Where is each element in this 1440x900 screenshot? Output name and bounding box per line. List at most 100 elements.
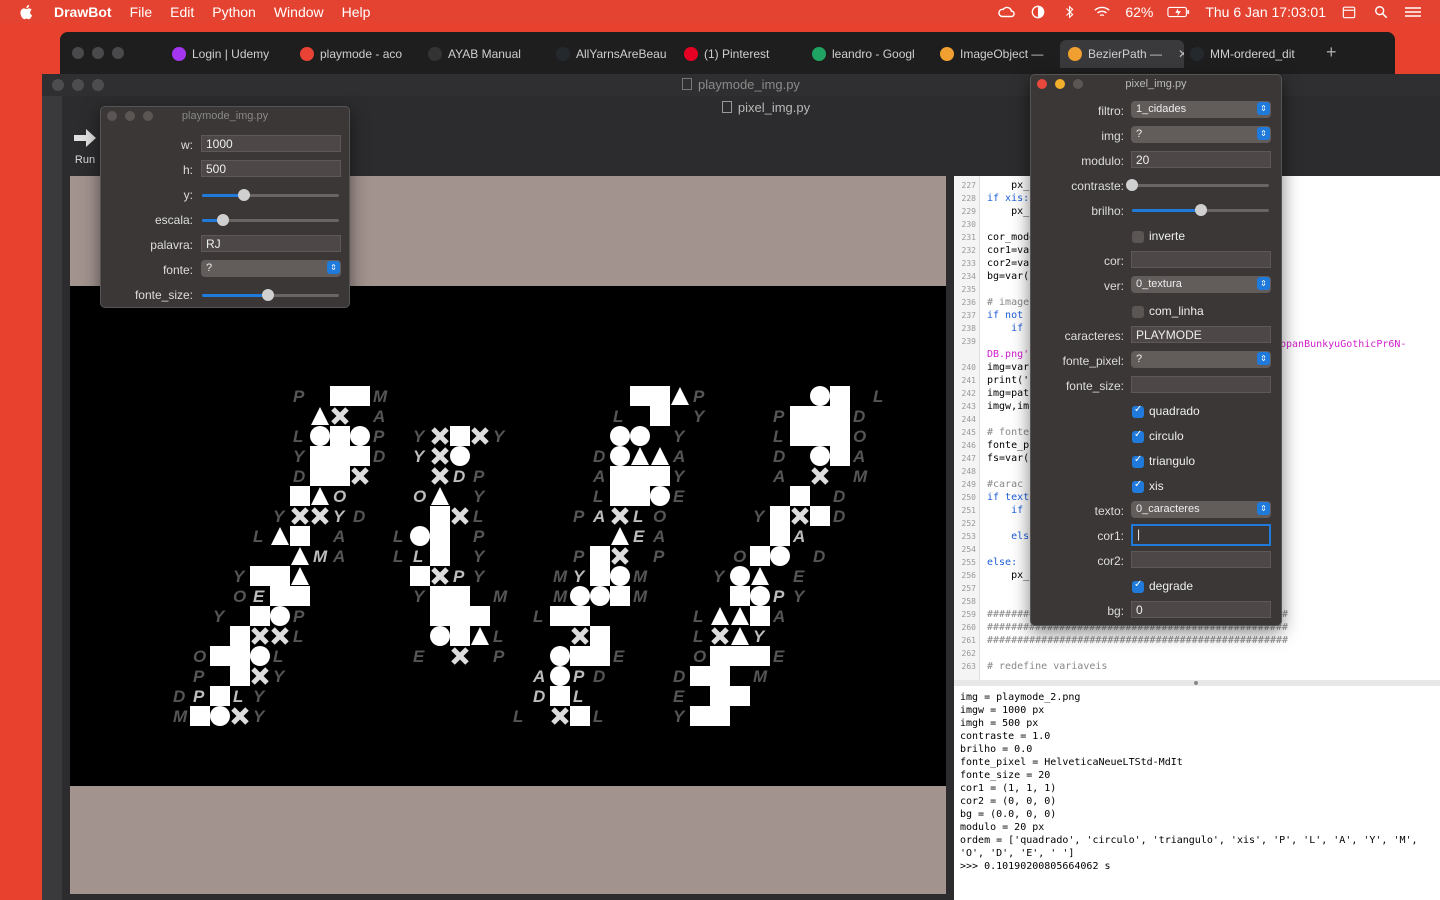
pixel-letter: P: [473, 527, 485, 546]
spotlight-search-icon[interactable]: [1372, 5, 1390, 19]
code-line: 250 if text: [954, 491, 1030, 504]
panel-minimize-button[interactable]: [1055, 79, 1065, 89]
panel-close-button[interactable]: [107, 111, 117, 121]
main-close-button[interactable]: [52, 79, 64, 91]
pixel-triangle: [311, 407, 329, 425]
palavra-input[interactable]: RJ: [201, 235, 341, 252]
pixel-xis: [791, 507, 809, 525]
select-chevron-icon: ⇕: [1257, 127, 1270, 140]
browser-tab[interactable]: AllYarnsAreBeau: [556, 40, 674, 68]
creative-cloud-icon[interactable]: [997, 5, 1016, 19]
fonte-size-input[interactable]: [1131, 376, 1271, 393]
code-line: 245 # fonte: [954, 426, 1030, 439]
y-slider[interactable]: [202, 189, 339, 201]
fonte-pixel-select[interactable]: ? ⇕: [1131, 351, 1271, 368]
menubar-clock[interactable]: Thu 6 Jan 17:03:01: [1205, 4, 1326, 20]
inverte-checkbox[interactable]: [1132, 231, 1144, 243]
code-line: DB.png': [954, 348, 1029, 361]
line-number: 258: [961, 597, 976, 606]
pixel-square: [770, 506, 790, 526]
caracteres-input[interactable]: PLAYMODE: [1131, 326, 1271, 343]
new-tab-button[interactable]: +: [1326, 42, 1337, 63]
pixel-letter: D: [833, 507, 845, 526]
browser-tab[interactable]: Login | Udemy: [172, 40, 290, 68]
escala-slider[interactable]: [202, 214, 339, 226]
battery-charging-icon[interactable]: [1167, 5, 1191, 19]
brilho-slider[interactable]: [1132, 204, 1269, 216]
line-number: 245: [961, 428, 976, 437]
tab-label: AYAB Manual: [448, 47, 521, 61]
contraste-slider[interactable]: [1126, 179, 1269, 191]
pixel-triangle: [471, 627, 489, 645]
slider-knob[interactable]: [1194, 204, 1207, 216]
slider-knob[interactable]: [216, 214, 229, 226]
xis-checkbox[interactable]: [1132, 479, 1144, 493]
calendar-icon[interactable]: [1340, 5, 1358, 19]
slider-knob[interactable]: [238, 189, 251, 201]
quadrado-checkbox[interactable]: [1132, 404, 1144, 418]
browser-tab[interactable]: ImageObject —: [940, 40, 1058, 68]
pixel-letter: M: [753, 667, 768, 686]
panel-zoom-button[interactable]: [143, 111, 153, 121]
com-linha-checkbox[interactable]: [1132, 306, 1144, 318]
line-number: 235: [961, 285, 976, 294]
browser-tab[interactable]: leandro - Googl: [812, 40, 930, 68]
browser-tab[interactable]: AYAB Manual: [428, 40, 546, 68]
browser-close-button[interactable]: [72, 47, 84, 59]
menu-help[interactable]: Help: [342, 4, 371, 20]
apple-icon[interactable]: [18, 3, 36, 21]
browser-tab[interactable]: BezierPath — ✕: [1060, 40, 1184, 68]
pixel-letter: A: [372, 407, 385, 426]
cor1-input[interactable]: |: [1131, 524, 1271, 546]
pixel-triangle: [651, 447, 669, 465]
img-select[interactable]: ? ⇕: [1131, 126, 1271, 143]
menu-edit[interactable]: Edit: [170, 4, 194, 20]
triangulo-checkbox[interactable]: [1132, 454, 1144, 468]
panel-close-button[interactable]: [1037, 79, 1047, 89]
menu-python[interactable]: Python: [212, 4, 256, 20]
browser-tab[interactable]: (1) Pinterest: [684, 40, 802, 68]
menu-file[interactable]: File: [130, 4, 153, 20]
browser-tab[interactable]: MM-ordered_dit: [1190, 40, 1308, 68]
control-center-icon[interactable]: [1404, 5, 1422, 19]
select-chevron-icon: ⇕: [1257, 352, 1270, 365]
cor-input[interactable]: [1131, 251, 1271, 268]
tab-label: BezierPath —: [1088, 47, 1163, 61]
browser-minimize-button[interactable]: [92, 47, 104, 59]
tab-close-icon[interactable]: ✕: [1178, 47, 1184, 61]
wifi-icon[interactable]: [1093, 5, 1111, 19]
pixel-letter: E: [673, 487, 685, 506]
bg-input[interactable]: 0: [1131, 601, 1271, 618]
main-minimize-button[interactable]: [72, 79, 84, 91]
half-circle-icon[interactable]: [1029, 5, 1047, 19]
panel-minimize-button[interactable]: [125, 111, 135, 121]
degrade-checkbox[interactable]: [1132, 579, 1144, 593]
panel-zoom-button[interactable]: [1073, 79, 1083, 89]
circulo-checkbox[interactable]: [1132, 429, 1144, 443]
h-input[interactable]: 500: [201, 160, 341, 177]
fonte-size-slider[interactable]: [202, 289, 339, 301]
document-icon: [682, 78, 693, 90]
run-button[interactable]: Run: [70, 127, 100, 166]
line-number: 238: [961, 324, 976, 333]
menu-window[interactable]: Window: [274, 4, 324, 20]
filtro-select[interactable]: 1_cidades ⇕: [1131, 101, 1271, 118]
pixel-xis: [451, 507, 469, 525]
ver-select[interactable]: 0_textura ⇕: [1131, 276, 1271, 293]
bluetooth-icon[interactable]: [1061, 5, 1079, 19]
cor2-input[interactable]: [1131, 551, 1271, 568]
pixel-letter: O: [653, 507, 666, 526]
slider-knob[interactable]: [1126, 179, 1138, 191]
texto-select[interactable]: 0_caracteres ⇕: [1131, 501, 1271, 518]
main-zoom-button[interactable]: [92, 79, 104, 91]
browser-tab[interactable]: playmode - aco: [300, 40, 418, 68]
browser-zoom-button[interactable]: [112, 47, 124, 59]
pixel-square: [290, 486, 310, 506]
modulo-input[interactable]: 20: [1131, 151, 1271, 168]
output-console[interactable]: img = playmode_2.png imgw = 1000 px imgh…: [954, 686, 1440, 900]
slider-knob[interactable]: [261, 289, 274, 301]
menu-app-name[interactable]: DrawBot: [54, 4, 112, 20]
fonte-select[interactable]: ? ⇕: [201, 260, 341, 277]
line-number: 239: [961, 337, 976, 346]
w-input[interactable]: 1000: [201, 135, 341, 152]
